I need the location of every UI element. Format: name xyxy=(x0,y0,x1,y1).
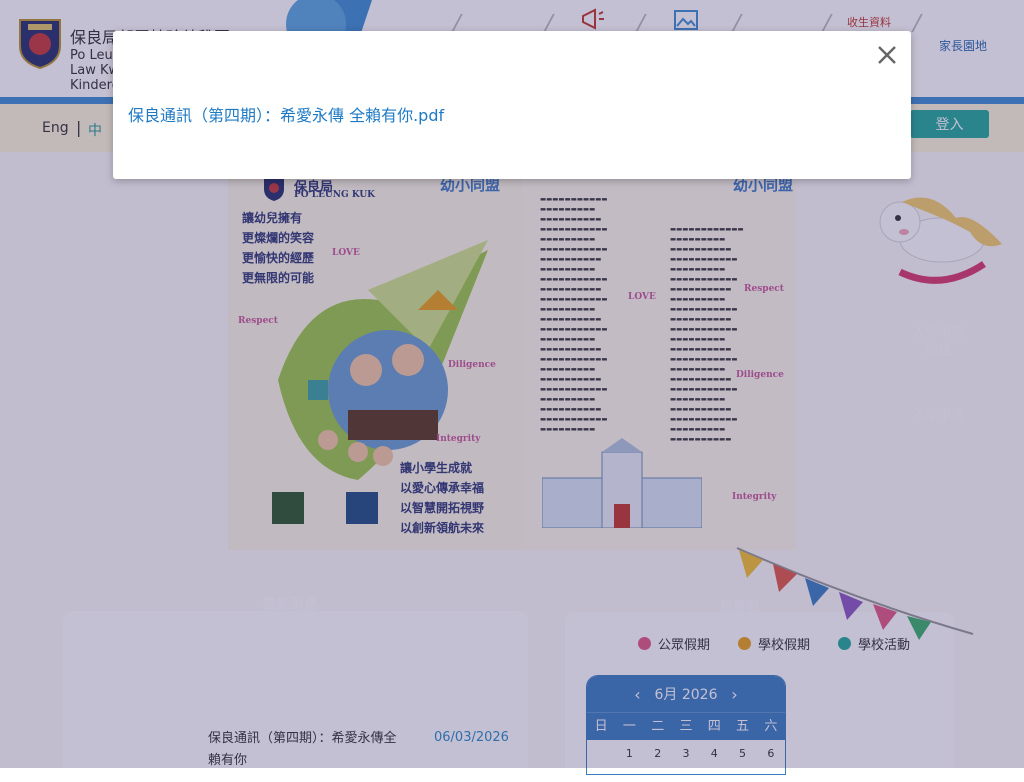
attachment-modal: 保良通訊（第四期）：希愛永傳 全賴有你.pdf xyxy=(113,31,911,179)
close-icon[interactable] xyxy=(875,43,899,67)
pdf-attachment-link[interactable]: 保良通訊（第四期）：希愛永傳 全賴有你.pdf xyxy=(128,102,444,126)
